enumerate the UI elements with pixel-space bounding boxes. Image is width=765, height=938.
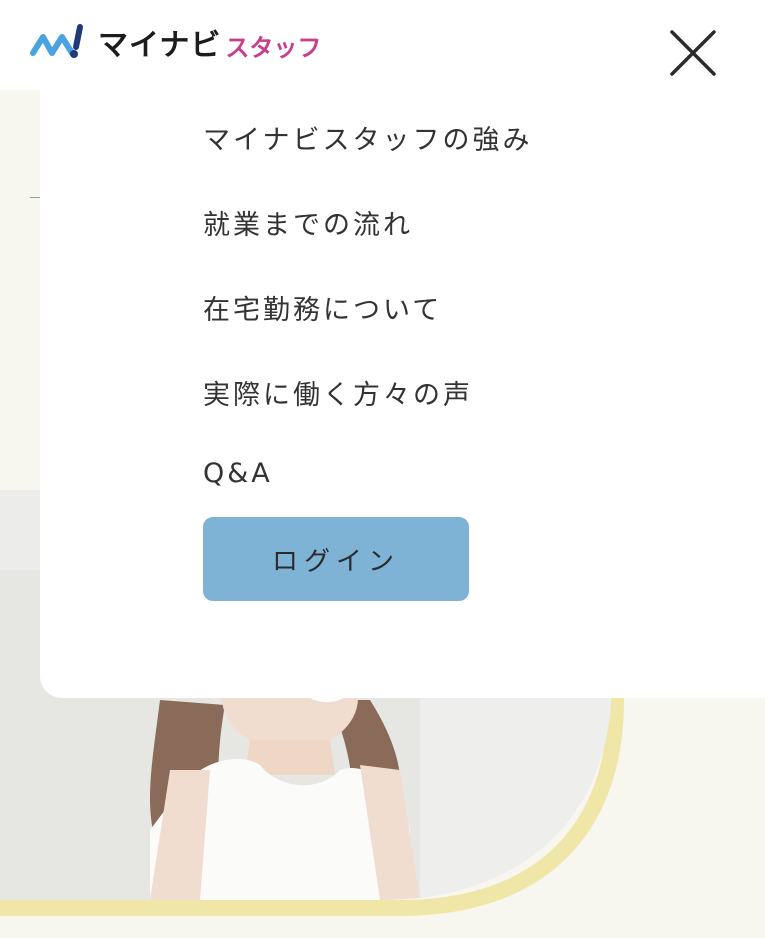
navigation-menu-panel: マイナビスタッフの強み 就業までの流れ 在宅勤務について 実際に働く方々の声 Q…	[40, 90, 765, 698]
menu-item-process[interactable]: 就業までの流れ	[203, 203, 413, 242]
site-logo[interactable]: マイナビ スタッフ	[30, 22, 322, 63]
login-button[interactable]: ログイン	[203, 517, 469, 601]
close-icon	[670, 30, 716, 76]
menu-item-qa[interactable]: Q&A	[203, 458, 273, 489]
close-menu-button[interactable]	[666, 26, 720, 80]
site-header: マイナビ スタッフ	[0, 0, 765, 90]
logo-sub-text: スタッフ	[225, 33, 322, 62]
logo-mark-icon	[30, 24, 83, 58]
menu-item-remote-work[interactable]: 在宅勤務について	[203, 288, 442, 327]
menu-item-voices[interactable]: 実際に働く方々の声	[203, 373, 473, 412]
logo-main-text: マイナビ	[98, 28, 222, 63]
menu-item-strengths[interactable]: マイナビスタッフの強み	[203, 118, 532, 157]
